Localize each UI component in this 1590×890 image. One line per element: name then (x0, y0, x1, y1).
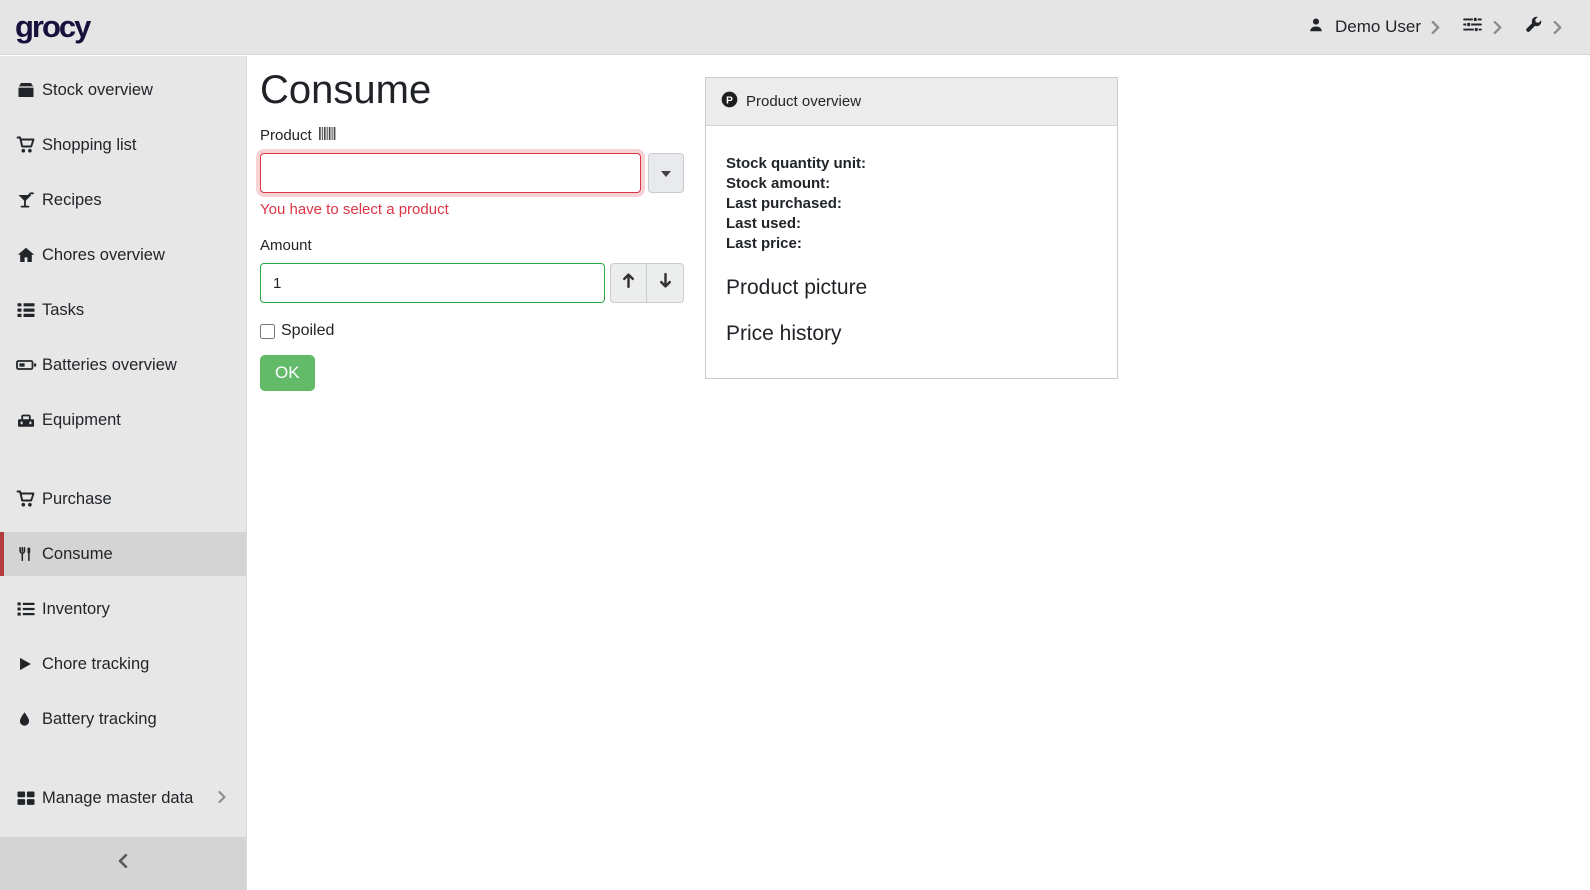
product-overview-body: Stock quantity unit: Stock amount: Last … (706, 126, 1117, 378)
sidebar-item-tasks[interactable]: Tasks (0, 288, 246, 332)
sidebar-item-chores-overview[interactable]: Chores overview (0, 233, 246, 277)
amount-input-row (260, 263, 684, 303)
user-icon (1307, 16, 1325, 39)
grocy-logo[interactable]: grocy (15, 9, 89, 45)
wrench-icon (1524, 15, 1543, 39)
toolbox-icon (16, 410, 42, 430)
sidebar-item-purchase[interactable]: Purchase (0, 477, 246, 521)
sidebar-item-consume[interactable]: Consume (0, 532, 246, 576)
last-price-field: Last price: (726, 234, 1102, 254)
sidebar-item-recipes[interactable]: Recipes (0, 178, 246, 222)
product-input-row (260, 153, 684, 193)
chevron-right-icon (1553, 21, 1562, 34)
amount-input[interactable] (260, 263, 605, 303)
product-overview-card: P Product overview Stock quantity unit: … (705, 77, 1118, 379)
home-icon (16, 245, 42, 265)
admin-menu[interactable] (1524, 15, 1562, 39)
sidebar-nav: Stock overview Shopping list Recipes Cho… (0, 56, 247, 890)
page-title: Consume (260, 68, 684, 113)
sidebar-item-label: Shopping list (42, 136, 136, 155)
shopping-cart-icon (16, 135, 42, 155)
sidebar-item-label: Manage master data (42, 789, 193, 808)
product-overview-header: P Product overview (706, 78, 1117, 126)
product-label-row: Product (260, 127, 684, 144)
last-purchased-field: Last purchased: (726, 194, 1102, 214)
list-icon (16, 599, 42, 619)
svg-text:P: P (726, 95, 733, 106)
sidebar-item-stock-overview[interactable]: Stock overview (0, 68, 246, 112)
sidebar-item-label: Consume (42, 545, 113, 564)
product-picture-heading: Product picture (726, 276, 1102, 300)
amount-field: Amount (260, 237, 684, 303)
consume-form: Consume Product You have to select a pro… (260, 64, 684, 391)
last-used-field: Last used: (726, 214, 1102, 234)
spoiled-field: Spoiled (260, 322, 684, 340)
user-menu[interactable]: Demo User (1307, 16, 1440, 39)
nav-section-gap (0, 752, 246, 776)
cocktail-icon (16, 190, 42, 210)
stock-amount-field: Stock amount: (726, 174, 1102, 194)
barcode-icon[interactable] (319, 127, 336, 144)
header-menus: Demo User (1307, 14, 1562, 40)
sliders-icon (1462, 14, 1483, 40)
price-history-heading: Price history (726, 322, 1102, 346)
sidebar-item-label: Battery tracking (42, 710, 157, 729)
sidebar-item-label: Recipes (42, 191, 102, 210)
droplet-icon (16, 709, 42, 729)
table-icon (16, 788, 42, 808)
shopping-cart-icon (16, 489, 42, 509)
product-overview-panel: P Product overview Stock quantity unit: … (705, 77, 1118, 379)
spoiled-checkbox[interactable] (260, 324, 275, 339)
sidebar-item-chore-tracking[interactable]: Chore tracking (0, 642, 246, 686)
sidebar-item-label: Chores overview (42, 246, 165, 265)
box-icon (16, 80, 42, 100)
battery-icon (16, 355, 42, 375)
product-dropdown-button[interactable] (648, 153, 684, 193)
play-icon (16, 654, 42, 674)
sidebar-item-inventory[interactable]: Inventory (0, 587, 246, 631)
arrow-up-icon (621, 272, 636, 294)
sidebar-item-label: Batteries overview (42, 356, 177, 375)
utensils-icon (16, 544, 42, 564)
amount-label: Amount (260, 237, 684, 254)
caret-down-icon (661, 164, 671, 182)
sidebar-item-label: Purchase (42, 490, 112, 509)
sidebar-item-equipment[interactable]: Equipment (0, 398, 246, 442)
sidebar-item-label: Inventory (42, 600, 110, 619)
arrow-down-icon (658, 272, 673, 294)
sidebar-item-label: Stock overview (42, 81, 153, 100)
sidebar-collapse-button[interactable] (0, 837, 246, 890)
app-screen: grocy Demo User (0, 0, 1590, 890)
product-overview-title: Product overview (746, 93, 861, 110)
spoiled-label: Spoiled (281, 322, 334, 340)
product-label: Product (260, 127, 312, 144)
sidebar-item-label: Chore tracking (42, 655, 149, 674)
sidebar-item-manage-master-data[interactable]: Manage master data (0, 776, 246, 820)
sidebar-item-batteries-overview[interactable]: Batteries overview (0, 343, 246, 387)
sidebar-item-label: Equipment (42, 411, 121, 430)
amount-increment-button[interactable] (610, 263, 647, 303)
sidebar-item-battery-tracking[interactable]: Battery tracking (0, 697, 246, 741)
chevron-right-icon (1493, 21, 1502, 34)
chevron-left-icon (118, 854, 128, 873)
stock-quantity-unit-field: Stock quantity unit: (726, 154, 1102, 174)
main-content: Consume Product You have to select a pro… (247, 56, 1590, 890)
top-header: grocy Demo User (0, 0, 1590, 55)
chevron-right-icon (1431, 21, 1440, 34)
sidebar-item-shopping-list[interactable]: Shopping list (0, 123, 246, 167)
settings-menu[interactable] (1462, 14, 1502, 40)
amount-decrement-button[interactable] (647, 263, 684, 303)
sidebar-item-label: Tasks (42, 301, 84, 320)
tasks-icon (16, 300, 42, 320)
chevron-right-icon (218, 789, 226, 808)
ok-button[interactable]: OK (260, 355, 315, 391)
product-error-message: You have to select a product (260, 201, 684, 218)
product-circle-icon: P (721, 91, 738, 112)
nav-section-gap (0, 453, 246, 477)
product-input[interactable] (260, 153, 641, 193)
user-menu-label: Demo User (1335, 17, 1421, 37)
